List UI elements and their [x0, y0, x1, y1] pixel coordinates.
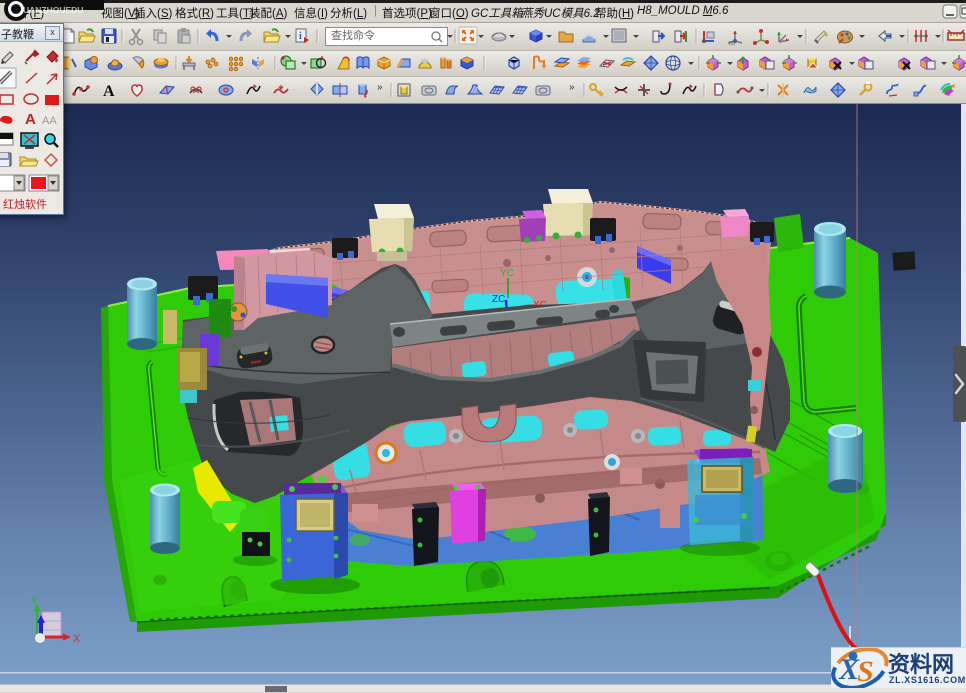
svg-text:ZL.XS1616.COM: ZL.XS1616.COM — [889, 675, 966, 685]
svg-text:i: i — [299, 31, 302, 42]
svg-text:A: A — [103, 83, 115, 100]
svg-text:AA: AA — [42, 115, 57, 127]
svg-text:X: X — [73, 633, 81, 645]
svg-text:»: » — [377, 82, 383, 93]
svg-text:»: » — [569, 82, 575, 93]
svg-text:红烛软件: 红烛软件 — [3, 197, 47, 211]
svg-text:(0): (0) — [729, 41, 735, 47]
svg-text:A: A — [25, 111, 36, 128]
svg-text:ZC: ZC — [492, 294, 505, 305]
svg-text:YC: YC — [500, 268, 514, 279]
svg-text:S: S — [857, 655, 874, 688]
svg-text:Y: Y — [31, 596, 38, 607]
svg-text:资料网: 资料网 — [888, 652, 954, 677]
